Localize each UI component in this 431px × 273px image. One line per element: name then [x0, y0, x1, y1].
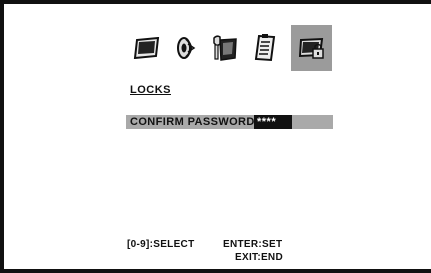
exit-hint: EXIT:END	[235, 252, 283, 263]
locks-icon	[298, 36, 326, 60]
osd-screen: LOCKS CONFIRM PASSWORD **** [0-9]:SELECT…	[0, 0, 431, 273]
menu-item-picture[interactable]	[125, 25, 166, 71]
select-hint: [0-9]:SELECT	[127, 239, 195, 250]
document-icon	[254, 34, 276, 62]
page-title: LOCKS	[130, 84, 171, 96]
menu-item-document[interactable]	[244, 25, 285, 71]
audio-icon	[173, 35, 199, 61]
confirm-password-row[interactable]: CONFIRM PASSWORD ****	[126, 115, 333, 129]
picture-icon	[132, 37, 160, 59]
menu-item-locks[interactable]	[291, 25, 332, 71]
confirm-password-label: CONFIRM PASSWORD	[130, 116, 255, 128]
setup-icon	[212, 34, 238, 62]
menu-item-audio[interactable]	[165, 25, 206, 71]
enter-hint: ENTER:SET	[223, 239, 283, 250]
password-field[interactable]: ****	[254, 115, 292, 129]
menu-item-setup[interactable]	[204, 25, 245, 71]
